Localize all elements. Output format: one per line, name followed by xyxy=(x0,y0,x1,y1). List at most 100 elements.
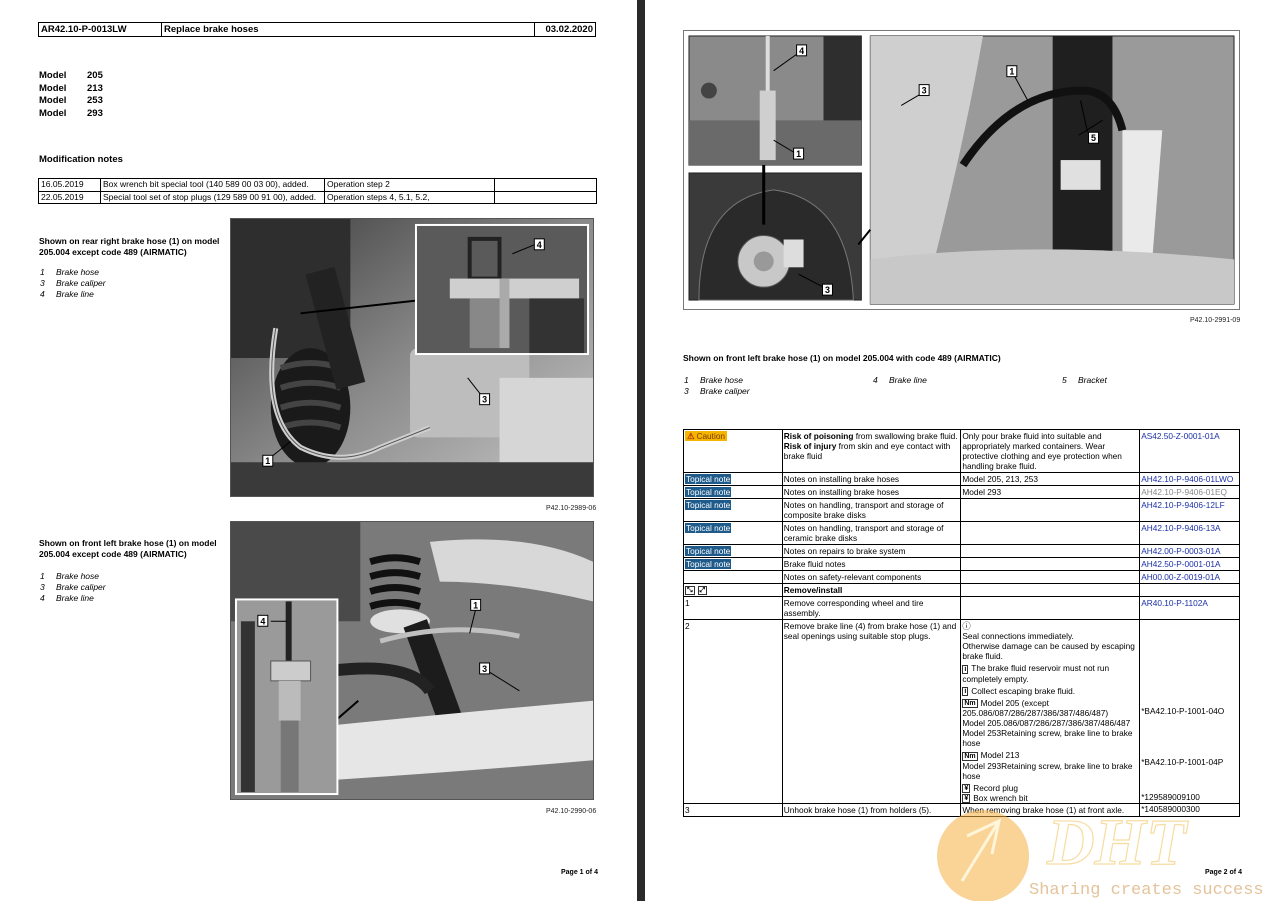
tool-reference: *129589009100 xyxy=(1141,792,1200,803)
special-tool-icon: ¥ xyxy=(962,794,971,804)
section-title: Remove/install xyxy=(781,582,962,598)
svg-text:4: 4 xyxy=(799,46,804,56)
note-text: Notes on handling, transport and storage… xyxy=(781,498,962,522)
torque-reference: *BA42.10-P-1001-04O xyxy=(1141,706,1225,717)
torque-icon: Nm xyxy=(962,699,978,709)
page-number: Page 1 of 4 xyxy=(561,869,598,876)
note-applies: Model 205, 213, 253 xyxy=(960,472,1141,486)
special-tool: ¥ Box wrench bit xyxy=(962,792,1028,804)
step-reference-link[interactable]: AR40.10-P-1102A xyxy=(1141,598,1208,608)
figure-3-caption: Shown on front left brake hose (1) on mo… xyxy=(683,353,1001,363)
note-text: Notes on installing brake hoses xyxy=(781,485,962,499)
step-text: Remove brake line (4) from brake hose (1… xyxy=(781,619,962,805)
legend-item: 3 Brake caliper xyxy=(40,278,106,288)
document-page-2: 4 1 3 3 1 5 P42.10-2991-09 Shown on fron… xyxy=(645,0,1284,901)
legend-item: 4 Brake line xyxy=(40,593,94,603)
legend-item: 1 Brake hose xyxy=(684,375,743,385)
mod-step: Operation step 2 xyxy=(324,178,495,192)
model-row: Model 253 xyxy=(39,95,103,106)
note-reference-link[interactable]: AH42.10-P-9406-12LF xyxy=(1141,500,1224,510)
topical-note-badge: Topical note xyxy=(685,474,732,484)
note-text: Brake fluid notes xyxy=(781,557,962,571)
remove-icon: ⤡ xyxy=(685,586,695,596)
note-text: Notes on handling, transport and storage… xyxy=(781,521,962,545)
figure-3-reference: P42.10-2991-09 xyxy=(1190,317,1241,324)
figure-2-photo: 4 1 3 xyxy=(230,521,594,800)
step-note: When removing brake hose (1) at front ax… xyxy=(960,803,1141,818)
figure-1-legend: 1 Brake hose 3 Brake caliper 4 Brake line xyxy=(40,267,106,300)
step-row: 2 Remove brake line (4) from brake hose … xyxy=(683,619,1240,814)
note-reference-link[interactable]: AH42.00-P-0003-01A xyxy=(1141,546,1220,556)
table-row: 22.05.2019 Special tool set of stop plug… xyxy=(38,190,597,204)
svg-text:4: 4 xyxy=(537,240,542,250)
figure-2-caption: Shown on front left brake hose (1) on mo… xyxy=(39,538,217,559)
caution-reference-link[interactable]: AS42.50-Z-0001-01A xyxy=(1141,431,1219,441)
tool-reference: *140589000300 xyxy=(1141,804,1200,815)
table-row: Notes on safety-relevant components AH00… xyxy=(683,570,1240,584)
topical-note-badge: Topical note xyxy=(685,546,732,556)
svg-text:4: 4 xyxy=(260,616,265,626)
step-number: 1 xyxy=(683,596,783,621)
note-reference-link[interactable]: AH00.00-Z-0019-01A xyxy=(1141,572,1220,582)
svg-text:1: 1 xyxy=(796,149,801,159)
topical-note-badge: Topical note xyxy=(685,523,732,533)
figure-2-reference: P42.10-2990-06 xyxy=(546,808,597,815)
figure-1-photo: 4 3 1 xyxy=(230,218,594,497)
step-text: Unhook brake hose (1) from holders (5). xyxy=(781,803,962,818)
svg-text:3: 3 xyxy=(825,285,830,295)
note-applies xyxy=(960,498,1141,522)
info-note: i The brake fluid reservoir must not run … xyxy=(962,663,1110,684)
note-warning-icon: ⓘ xyxy=(962,621,971,632)
document-date: 03.02.2020 xyxy=(545,24,593,35)
svg-text:1: 1 xyxy=(1009,67,1014,77)
note-applies xyxy=(960,544,1141,558)
torque-spec: Nm Model 213 xyxy=(962,750,1020,761)
note-text: Notes on installing brake hoses xyxy=(781,472,962,486)
document-header: AR42.10-P-0013LW Replace brake hoses 03.… xyxy=(38,22,596,37)
legend-item: 4 Brake line xyxy=(40,289,94,299)
figure-2-legend: 1 Brake hose 3 Brake caliper 4 Brake line xyxy=(40,571,106,604)
document-title: Replace brake hoses xyxy=(162,23,535,36)
table-row: Topical note Notes on installing brake h… xyxy=(683,485,1240,499)
note-text: Notes on safety-relevant components xyxy=(781,570,962,584)
legend-item: 3 Brake caliper xyxy=(40,582,106,592)
step-text: Remove corresponding wheel and tire asse… xyxy=(781,596,962,621)
caution-badge: ⚠ Caution xyxy=(685,431,728,441)
topical-note-badge: Topical note xyxy=(685,500,732,510)
note-applies xyxy=(960,557,1141,571)
note-reference-link[interactable]: AH42.10-P-9406-13A xyxy=(1141,523,1220,533)
install-icon: ⤢ xyxy=(697,586,708,596)
legend-item: 3 Brake caliper xyxy=(684,386,750,396)
document-page-1: AR42.10-P-0013LW Replace brake hoses 03.… xyxy=(0,0,637,901)
step-number: 2 xyxy=(683,619,783,805)
caution-risk: Risk of poisoning from swallowing brake … xyxy=(781,429,962,473)
mod-extra xyxy=(494,190,597,204)
special-tool: ¥ Record plug xyxy=(962,782,1018,793)
note-text: Notes on repairs to brake system xyxy=(781,544,962,558)
modification-notes-table: 16.05.2019 Box wrench bit special tool (… xyxy=(38,178,597,204)
note-reference-link[interactable]: AH42.50-P-0001-01A xyxy=(1141,559,1220,569)
rear-brake-hose-illustration: 4 3 1 xyxy=(231,219,593,496)
topical-note-badge: Topical note xyxy=(685,559,732,569)
legend-item: 1 Brake hose xyxy=(40,571,99,581)
mod-description: Box wrench bit special tool (140 589 00 … xyxy=(100,178,325,192)
model-row: Model 213 xyxy=(39,82,103,94)
svg-text:3: 3 xyxy=(482,664,487,674)
page-number: Page 2 of 4 xyxy=(1205,869,1242,876)
table-row: Topical note Brake fluid notes AH42.50-P… xyxy=(683,557,1240,571)
note-applies xyxy=(960,570,1141,584)
legend-item: 1 Brake hose xyxy=(40,267,99,277)
note-applies xyxy=(960,521,1141,545)
front-brake-hose-illustration: 4 1 3 xyxy=(231,522,593,799)
document-id: AR42.10-P-0013LW xyxy=(39,23,162,36)
mod-description: Special tool set of stop plugs (129 589 … xyxy=(100,190,325,204)
torque-reference: *BA42.10-P-1001-04P xyxy=(1141,757,1224,768)
step-number: 3 xyxy=(683,803,783,818)
note-reference-link[interactable]: AH42.10-P-9406-01EQ xyxy=(1141,487,1227,497)
info-note: i Collect escaping brake fluid. xyxy=(962,685,1076,696)
airmatic-brake-hose-illustration: 4 1 3 3 1 5 xyxy=(684,31,1239,309)
info-icon: i xyxy=(962,664,969,674)
note-reference-link[interactable]: AH42.10-P-9406-01LWO xyxy=(1141,474,1233,484)
torque-spec: Nm Model 205 (except 205.086/087/286/287/… xyxy=(962,697,1109,719)
warning-triangle-icon: ⚠ xyxy=(687,431,695,441)
